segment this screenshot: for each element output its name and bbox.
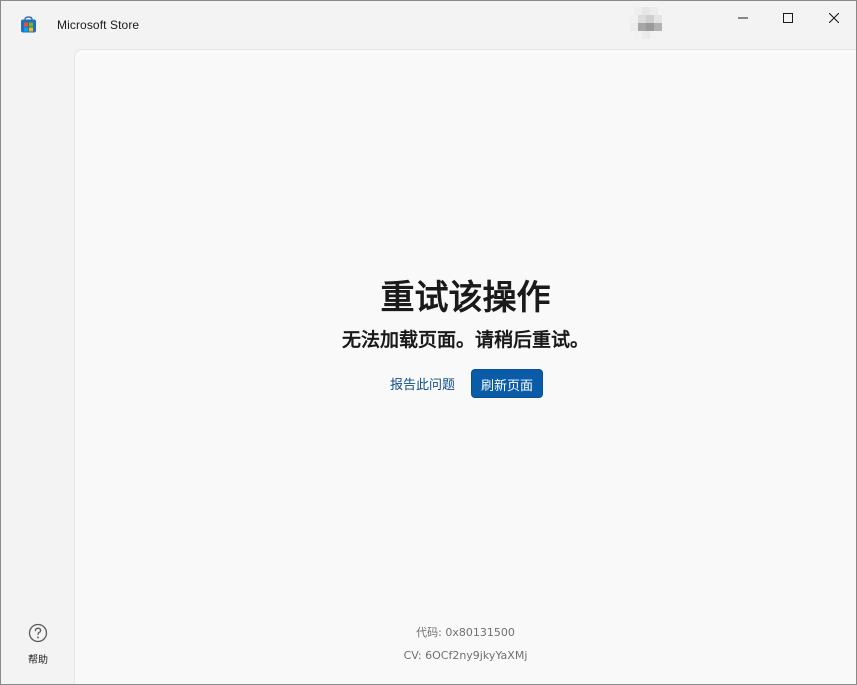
error-panel: 重试该操作 无法加载页面。请稍后重试。 报告此问题 刷新页面: [75, 276, 856, 399]
error-actions: 报告此问题 刷新页面: [75, 368, 856, 399]
microsoft-store-icon: [20, 16, 37, 33]
error-message: 无法加载页面。请稍后重试。: [341, 329, 589, 351]
error-title: 重试该操作: [380, 278, 551, 318]
error-details: 代码: 0x80131500 CV: 6OCf2ny9jkyYaXMj: [75, 621, 856, 667]
maximize-icon: [783, 13, 793, 23]
error-code: 代码: 0x80131500: [416, 626, 515, 639]
app-window: Microsoft Store 帮助 重试该操作 无法加载页面。请稍后重试。 报…: [0, 0, 857, 685]
correlation-vector: CV: 6OCf2ny9jkyYaXMj: [403, 649, 528, 662]
refresh-page-button[interactable]: 刷新页面: [471, 369, 544, 398]
window-title: Microsoft Store: [57, 18, 140, 32]
title-bar[interactable]: Microsoft Store: [1, 1, 856, 49]
navigation-rail: 帮助: [1, 49, 74, 684]
user-avatar[interactable]: [628, 5, 668, 45]
minimize-icon: [738, 13, 748, 23]
maximize-button[interactable]: [765, 1, 811, 35]
report-problem-link[interactable]: 报告此问题: [388, 368, 457, 399]
help-circle-icon: [28, 623, 48, 648]
close-button[interactable]: [811, 1, 856, 35]
close-icon: [829, 13, 839, 23]
help-button[interactable]: 帮助: [13, 623, 63, 673]
minimize-button[interactable]: [720, 1, 766, 35]
main-content: 重试该操作 无法加载页面。请稍后重试。 报告此问题 刷新页面 代码: 0x801…: [74, 49, 856, 684]
help-label: 帮助: [28, 655, 48, 666]
